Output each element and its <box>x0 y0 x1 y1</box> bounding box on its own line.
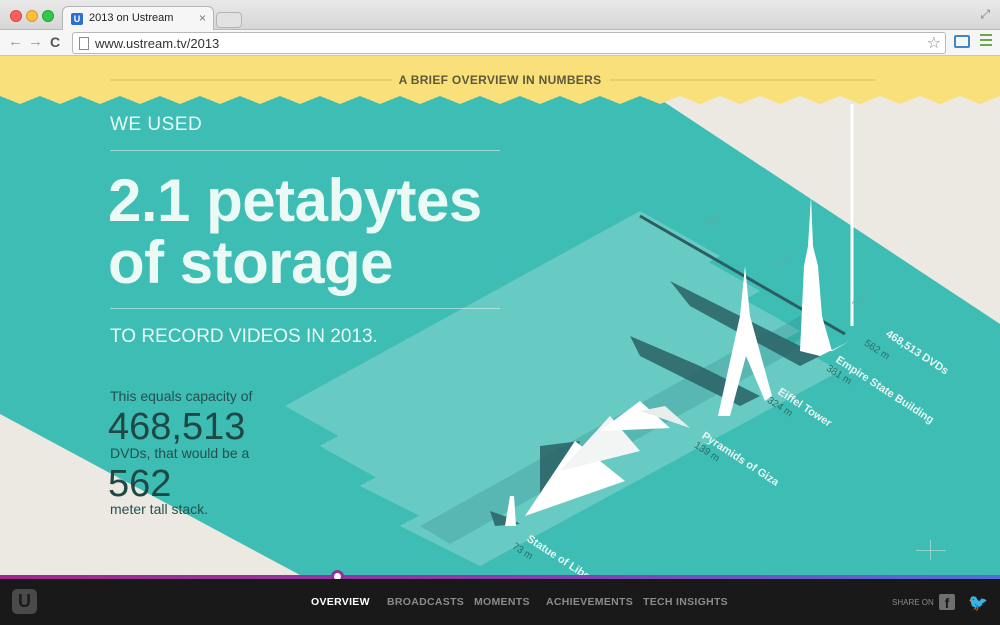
url-text[interactable]: www.ustream.tv/2013 <box>95 36 219 51</box>
twitter-icon[interactable]: 🐦 <box>968 593 988 613</box>
nav-moments[interactable]: MOMENTS <box>474 596 530 608</box>
tab-close-icon[interactable]: × <box>199 11 206 25</box>
browser-titlebar: U 2013 on Ustream × ⤢ <box>0 0 1000 31</box>
nav-overview[interactable]: OVERVIEW <box>311 596 370 608</box>
share-label: SHARE ON <box>892 598 934 607</box>
reload-icon[interactable]: C <box>50 34 60 50</box>
new-tab-button[interactable] <box>216 12 242 28</box>
ustream-logo-icon[interactable]: U <box>12 589 37 614</box>
stat-text: meter tall stack. <box>110 501 209 517</box>
divider <box>110 150 500 151</box>
ustream-favicon-icon: U <box>71 13 83 25</box>
headline-line2: of storage <box>108 229 394 296</box>
facebook-icon[interactable]: f <box>939 594 955 611</box>
page-content: A BRIEF OVERVIEW IN NUMBERS WE USED 2.1 … <box>0 56 1000 575</box>
address-bar[interactable]: www.ustream.tv/2013 ☆ <box>72 32 946 54</box>
maximize-window-button[interactable] <box>42 10 54 22</box>
crosshair-icon <box>916 540 946 560</box>
fullscreen-icon[interactable]: ⤢ <box>980 7 990 22</box>
nav-broadcasts[interactable]: BROADCASTS <box>387 596 464 608</box>
stat-text: DVDs, that would be a <box>110 445 250 461</box>
stat-text: This equals capacity of <box>110 388 253 404</box>
forward-icon[interactable]: → <box>28 33 43 50</box>
headline-line1: 2.1 petabytes <box>108 167 482 234</box>
menu-icon[interactable] <box>980 34 992 49</box>
intro-text: WE USED <box>110 114 203 135</box>
stat-number-meters: 562 <box>108 463 172 505</box>
banner-title: A BRIEF OVERVIEW IN NUMBERS <box>398 73 602 87</box>
nav-achievements[interactable]: ACHIEVEMENTS <box>546 596 633 608</box>
browser-tab[interactable]: U 2013 on Ustream × <box>62 6 214 31</box>
footer-nav-bar: U OVERVIEW BROADCASTS MOMENTS ACHIEVEMEN… <box>0 579 1000 625</box>
browser-toolbar: ← → C www.ustream.tv/2013 ☆ <box>0 30 1000 56</box>
stat-number-dvds: 468,513 <box>108 406 246 448</box>
tab-title: 2013 on Ustream <box>89 12 174 24</box>
divider <box>110 308 500 309</box>
close-window-button[interactable] <box>10 10 22 22</box>
minimize-window-button[interactable] <box>26 10 38 22</box>
cast-icon[interactable] <box>954 35 970 48</box>
back-icon[interactable]: ← <box>8 33 23 50</box>
nav-tech-insights[interactable]: TECH INSIGHTS <box>643 596 728 608</box>
page-icon <box>79 37 89 50</box>
bookmark-star-icon[interactable]: ☆ <box>927 33 941 53</box>
sub-heading: TO RECORD VIDEOS IN 2013. <box>110 326 378 347</box>
